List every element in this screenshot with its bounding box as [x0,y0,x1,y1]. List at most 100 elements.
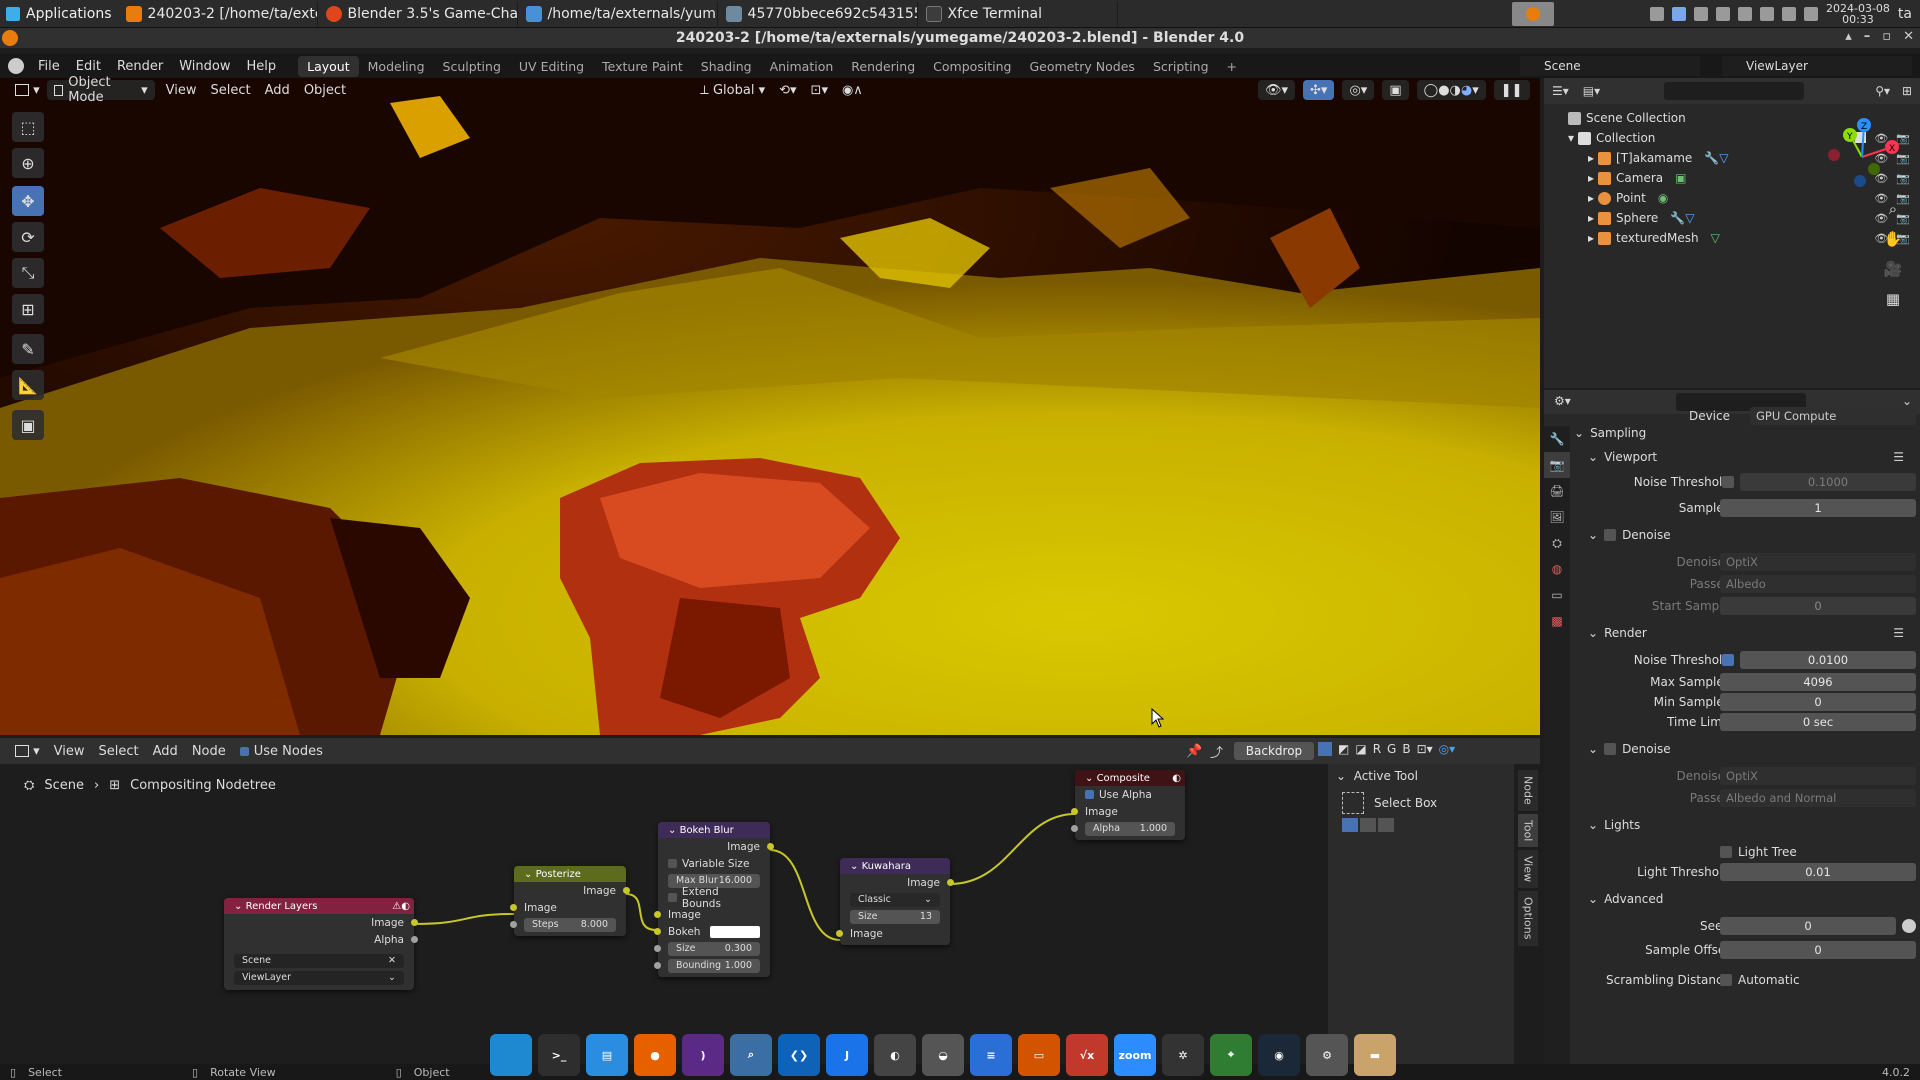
move-tool-icon[interactable]: ✥ [12,186,44,216]
tab-compositing[interactable]: Compositing [924,56,1020,77]
view-layer-tab-icon[interactable]: 🖼 [1544,504,1570,530]
bluetooth-icon[interactable] [1671,7,1686,21]
bounding-field[interactable]: Bounding 1.000 [668,958,760,973]
collapse-icon[interactable]: ⌄ [668,825,676,836]
snap-icon[interactable]: ⊡▾ [804,80,835,100]
use-nodes-checkbox[interactable] [239,746,249,756]
camera-view-icon[interactable]: 🎥 [1880,256,1906,282]
node-menu-select[interactable]: Select [92,741,146,761]
use-nodes-toggle[interactable]: Use Nodes [233,741,330,761]
viewlayer-field[interactable]: ViewLayer ⌄ [234,970,404,985]
dock-app-math[interactable]: √x [1066,1034,1108,1076]
dock-app-vs-code[interactable]: ❮❯ [778,1034,820,1076]
composite-node[interactable]: ⌄ Composite ◐ Use Alpha Image Alpha 1.00… [1071,770,1185,840]
tab-uv-editing[interactable]: UV Editing [510,56,593,77]
image-input-socket[interactable] [510,904,517,911]
menu-help[interactable]: Help [239,59,285,74]
scene-selector[interactable]: Scene [1520,56,1700,76]
size-field[interactable]: Size 13 [850,909,940,924]
size-field[interactable]: Size 0.300 [668,941,760,956]
clipboard-icon[interactable] [1781,7,1796,21]
tab-geometry-nodes[interactable]: Geometry Nodes [1021,56,1144,77]
viewport-menu-select[interactable]: Select [204,80,258,100]
tab-animation[interactable]: Animation [761,56,843,77]
extend-bounds-checkbox[interactable] [668,893,677,902]
kuwahara-mode-dropdown[interactable]: Classic ⌄ [850,892,940,907]
backdrop-rgba-icon[interactable]: ◩ [1338,742,1349,756]
tab-view[interactable]: View [1518,850,1538,889]
compositor-node-editor[interactable]: ⛭ Scene › ⊞ Compositing Nodetree ⌄ Rende… [0,764,1540,1064]
presets-list-icon[interactable]: ☰ [1893,626,1904,640]
vp-noise-threshold-checkbox[interactable] [1722,476,1734,488]
r-denoise-subpanel-header[interactable]: ⌄ Denoise [1588,742,1671,756]
expand-icon[interactable]: ▸ [1588,171,1594,185]
rotate-tool-icon[interactable]: ⟳ [12,222,44,252]
proportional-editing-icon[interactable]: ◉∧ [835,80,870,100]
node-header[interactable]: ⌄ Kuwahara [840,858,950,874]
steps-field[interactable]: Steps 8.000 [524,917,616,932]
task-blender[interactable]: 240203-2 [/home/ta/exte··· [118,1,318,26]
dock-app-settings[interactable]: ✲ [1162,1034,1204,1076]
alpha-input-socket[interactable] [1071,825,1078,832]
dock-app-desktop[interactable] [490,1034,532,1076]
image-input-socket[interactable] [654,911,661,918]
tab-tool[interactable]: Tool [1518,813,1538,848]
r-noise-threshold-field[interactable]: 0.0100 [1740,651,1916,669]
dock-app-search[interactable]: ⌕ [730,1034,772,1076]
tab-sculpting[interactable]: Sculpting [434,56,510,77]
output-tab-icon[interactable]: 🖨 [1544,478,1570,504]
min-samples-field[interactable]: 0 [1720,693,1916,711]
tab-options[interactable]: Options [1518,891,1538,946]
collapse-icon[interactable]: ⌄ [234,901,242,912]
tab-texture-paint[interactable]: Texture Paint [593,56,692,77]
collection-tab-icon[interactable]: ▭ [1544,582,1570,608]
r-denoise-checkbox[interactable] [1604,743,1617,755]
applications-menu[interactable]: Applications [0,0,118,28]
dock-app-podcast[interactable]: ) [682,1034,724,1076]
dock-app-impress[interactable]: ▭ [1018,1034,1060,1076]
task-terminal[interactable]: Xfce Terminal [918,1,1118,26]
time-limit-field[interactable]: 0 sec [1720,713,1916,731]
image-input-socket[interactable] [1071,808,1078,815]
render-tab-icon[interactable]: 📷 [1544,452,1570,478]
kuwahara-node[interactable]: ⌄ Kuwahara Image Classic ⌄ Size 13 Image [836,858,954,945]
dock-app-gimp[interactable]: ◒ [922,1034,964,1076]
dock-app-steam[interactable]: ◉ [1258,1034,1300,1076]
tab-rendering[interactable]: Rendering [842,56,924,77]
outliner-item[interactable]: ▸ texturedMesh ▽ 👁 📷 [1544,228,1920,248]
collapse-icon[interactable]: ⌄ [1085,773,1093,784]
task-vscode[interactable]: /home/ta/externals/yum··· [518,1,718,26]
node-header[interactable]: ⌄ Bokeh Blur [658,822,770,838]
sampling-panel-header[interactable]: ⌄ Sampling [1574,426,1646,440]
outliner-item[interactable]: ▸ Sphere 🔧▽ 👁 📷 [1544,208,1920,228]
blender-tray-button[interactable] [1512,2,1554,26]
clock[interactable]: 2024-03-08 00:33 [1826,3,1890,25]
transform-orientation[interactable]: ⟂ Global ▾ [693,80,772,100]
dock-app-tools[interactable]: ⚙ [1306,1034,1348,1076]
steps-input-socket[interactable] [510,921,517,928]
shading-modes[interactable]: ◯ ● ◑ ◕ ▾ [1416,80,1486,100]
tab-node[interactable]: Node [1518,770,1538,811]
dock-app-inkscape[interactable]: ◐ [874,1034,916,1076]
expand-icon[interactable]: ▸ [1588,151,1594,165]
texture-tab-icon[interactable]: ▩ [1544,608,1570,634]
bokeh-color-swatch[interactable] [710,925,760,938]
scale-tool-icon[interactable]: ⤡ [12,258,44,288]
image-input-socket[interactable] [836,930,843,937]
pin-icon[interactable]: 📌 [1186,744,1202,759]
add-workspace-icon[interactable]: + [1218,56,1246,77]
task-file-manager[interactable]: 45770bbece692c5431556e··· [718,1,918,26]
outliner-editor-icon[interactable]: ☰▾ [1552,84,1569,98]
light-tree-checkbox[interactable] [1720,846,1732,858]
node-overlay-icon[interactable]: ◎▾ [1439,742,1456,756]
annotate-tool-icon[interactable]: ✎ [12,334,44,364]
render-subpanel-header[interactable]: ⌄ Render [1588,626,1647,640]
alpha-field[interactable]: Alpha 1.000 [1085,821,1175,836]
seed-field[interactable]: 0 [1720,917,1896,935]
select-new-icon[interactable] [1342,818,1358,832]
wireframe-shading-icon[interactable]: ◯ [1424,83,1439,98]
window-menu-icon[interactable]: ▴ [1845,29,1852,44]
view-layer-selector[interactable]: ViewLayer [1722,56,1912,76]
node-menu-add[interactable]: Add [146,741,185,761]
vp-passes-dropdown[interactable]: Albedo [1720,575,1916,593]
